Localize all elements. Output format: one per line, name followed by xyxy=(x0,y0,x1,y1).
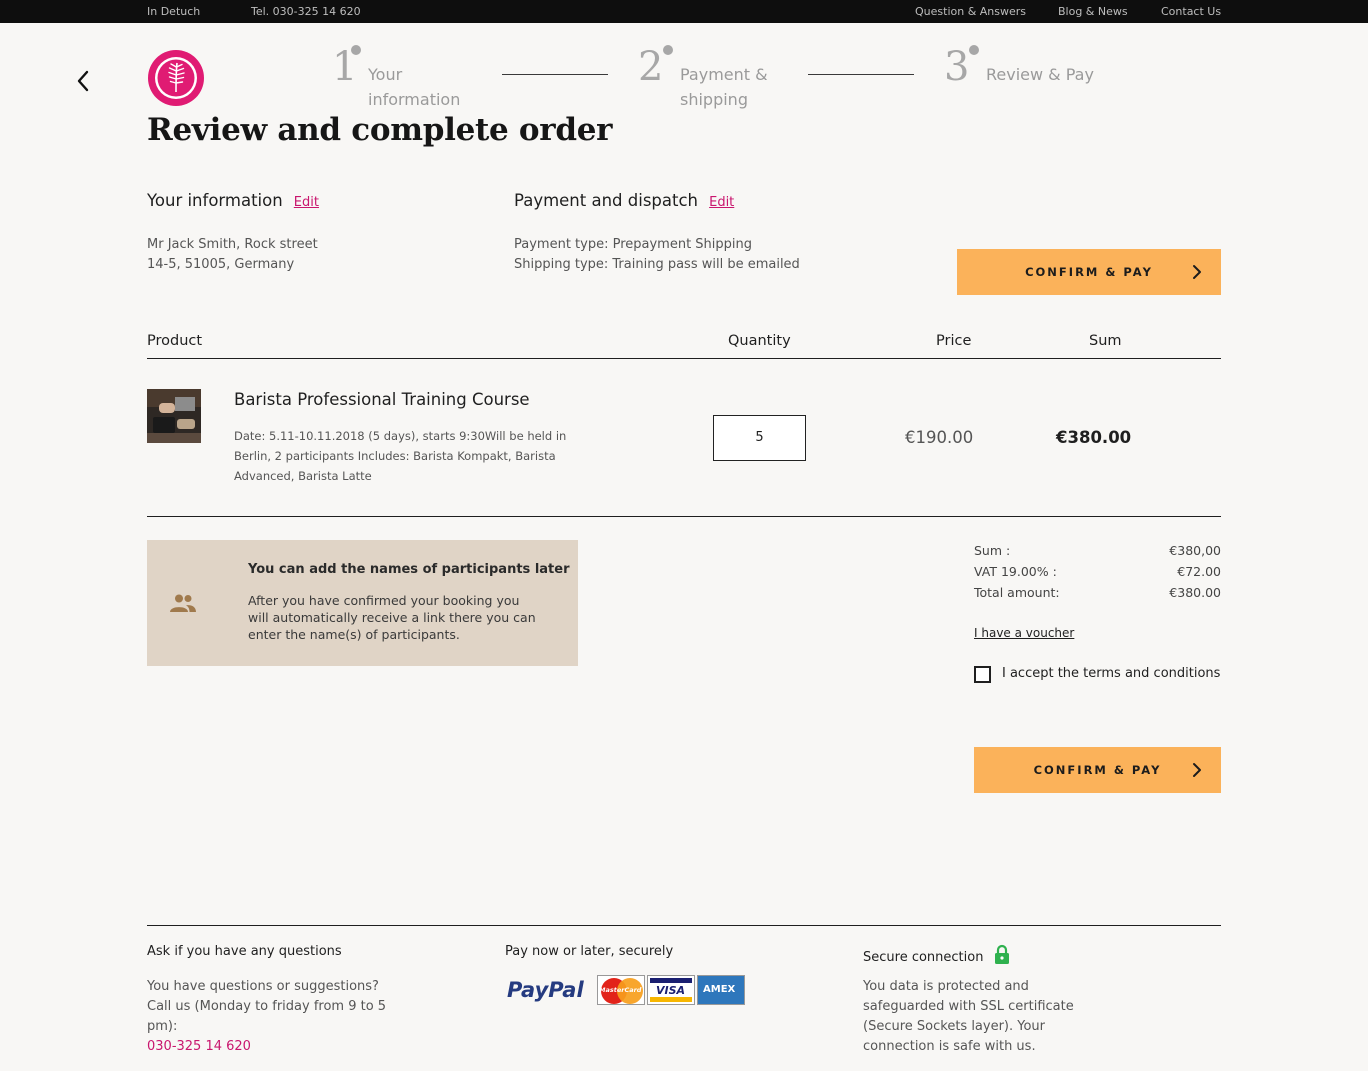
vat-label: VAT 19.00% : xyxy=(974,564,1057,579)
address-block: Mr Jack Smith, Rock street 14-5, 51005, … xyxy=(147,235,318,275)
lock-icon xyxy=(994,944,1009,964)
page-title: Review and complete order xyxy=(147,112,613,148)
secure-heading-text: Secure connection xyxy=(863,950,984,965)
step-2-number: 2 xyxy=(638,44,664,90)
footer-secure-heading: Secure connection xyxy=(863,944,1010,965)
step-2-dot xyxy=(663,45,673,55)
back-button[interactable] xyxy=(72,68,94,94)
address-line-2: 14-5, 51005, Germany xyxy=(147,257,295,272)
participants-notice: You can add the names of participants la… xyxy=(147,540,578,666)
chevron-right-icon xyxy=(1193,763,1201,777)
col-header-product: Product xyxy=(147,333,203,349)
your-info-heading: Your information xyxy=(147,191,283,210)
product-description: Date: 5.11-10.11.2018 (5 days), starts 9… xyxy=(234,429,567,483)
step-2-label: Payment & shipping xyxy=(680,65,768,109)
notice-text: After you have confirmed your booking yo… xyxy=(248,593,536,642)
payment-header: Payment and dispatch Edit xyxy=(514,191,734,210)
step-connector xyxy=(502,74,608,75)
language-switch[interactable]: In Detuch xyxy=(147,5,200,18)
confirm-pay-label: CONFIRM & PAY xyxy=(1025,265,1153,279)
total-label: Total amount: xyxy=(974,585,1060,600)
footer-questions-text: You have questions or suggestions? Call … xyxy=(147,979,387,1034)
col-header-price: Price xyxy=(936,333,972,349)
product-image xyxy=(147,389,201,443)
terms-label[interactable]: I accept the terms and conditions xyxy=(1002,666,1220,681)
product-price: €190.00 xyxy=(905,428,974,447)
nav-blog-link[interactable]: Blog & News xyxy=(1058,5,1128,18)
edit-payment-link[interactable]: Edit xyxy=(709,195,734,210)
confirm-pay-button-bottom[interactable]: CONFIRM & PAY xyxy=(974,747,1221,793)
step-1-dot xyxy=(351,45,361,55)
payment-heading: Payment and dispatch xyxy=(514,191,699,210)
confirm-pay-label: CONFIRM & PAY xyxy=(1033,763,1162,777)
sum-label: Sum : xyxy=(974,543,1011,558)
footer-questions-block: You have questions or suggestions? Call … xyxy=(147,977,407,1057)
visa-text: VISA xyxy=(656,984,686,997)
amex-logo: AMEX xyxy=(697,975,745,1005)
people-icon xyxy=(170,594,196,612)
product-name[interactable]: Barista Professional Training Course xyxy=(234,390,530,409)
col-header-sum: Sum xyxy=(1089,333,1122,349)
leaf-logo-icon xyxy=(148,50,204,106)
footer-secure-text: You data is protected and safeguarded wi… xyxy=(863,979,1074,1054)
footer-divider xyxy=(147,925,1221,926)
paypal-logo: PayPal xyxy=(507,978,584,1002)
footer-pay-heading: Pay now or later, securely xyxy=(505,944,674,959)
edit-info-link[interactable]: Edit xyxy=(294,195,319,210)
notice-title: You can add the names of participants la… xyxy=(248,562,570,577)
top-phone[interactable]: Tel. 030-325 14 620 xyxy=(251,5,361,18)
footer-questions-heading: Ask if you have any questions xyxy=(147,944,342,959)
payment-logos: PayPal MasterCard VISA AMEX xyxy=(505,973,745,1007)
visa-band-bottom xyxy=(650,997,692,1002)
your-info-header: Your information Edit xyxy=(147,191,319,210)
product-sum: €380.00 xyxy=(1056,428,1132,447)
nav-contact-link[interactable]: Contact Us xyxy=(1161,5,1221,18)
nav-questions-link[interactable]: Question & Answers xyxy=(915,5,1026,18)
quantity-input[interactable]: 5 xyxy=(713,415,806,461)
mastercard-logo: MasterCard xyxy=(597,975,645,1005)
step-3-dot xyxy=(969,45,979,55)
chevron-right-icon xyxy=(1193,265,1201,279)
step-3-number: 3 xyxy=(944,44,970,90)
total-value: €380.00 xyxy=(1169,585,1221,600)
mastercard-text: MasterCard xyxy=(599,986,642,994)
terms-checkbox[interactable] xyxy=(974,666,991,683)
table-header-divider xyxy=(147,358,1221,359)
footer-phone-link[interactable]: 030-325 14 620 xyxy=(147,1039,251,1054)
shipping-type: Shipping type: Training pass will be ema… xyxy=(514,257,800,272)
address-line-1: Mr Jack Smith, Rock street xyxy=(147,237,318,252)
barista-photo-icon xyxy=(147,389,201,443)
chevron-left-icon xyxy=(77,70,89,92)
step-3-label: Review & Pay xyxy=(986,65,1094,84)
step-connector xyxy=(808,74,914,75)
amex-text: AMEX xyxy=(703,984,736,995)
top-bar: In Detuch Tel. 030-325 14 620 Question &… xyxy=(0,0,1368,23)
vat-value: €72.00 xyxy=(1177,564,1221,579)
col-header-quantity: Quantity xyxy=(728,333,791,349)
confirm-pay-button-top[interactable]: CONFIRM & PAY xyxy=(957,249,1221,295)
payment-block: Payment type: Prepayment Shipping Shippi… xyxy=(514,235,800,275)
sum-value: €380,00 xyxy=(1169,543,1221,558)
voucher-link[interactable]: I have a voucher xyxy=(974,626,1074,640)
payment-type: Payment type: Prepayment Shipping xyxy=(514,237,753,252)
logo[interactable] xyxy=(147,49,205,107)
visa-logo: VISA xyxy=(647,975,695,1005)
step-1-label: Your information xyxy=(368,65,461,109)
table-footer-divider xyxy=(147,516,1221,517)
visa-band-top xyxy=(650,978,692,983)
